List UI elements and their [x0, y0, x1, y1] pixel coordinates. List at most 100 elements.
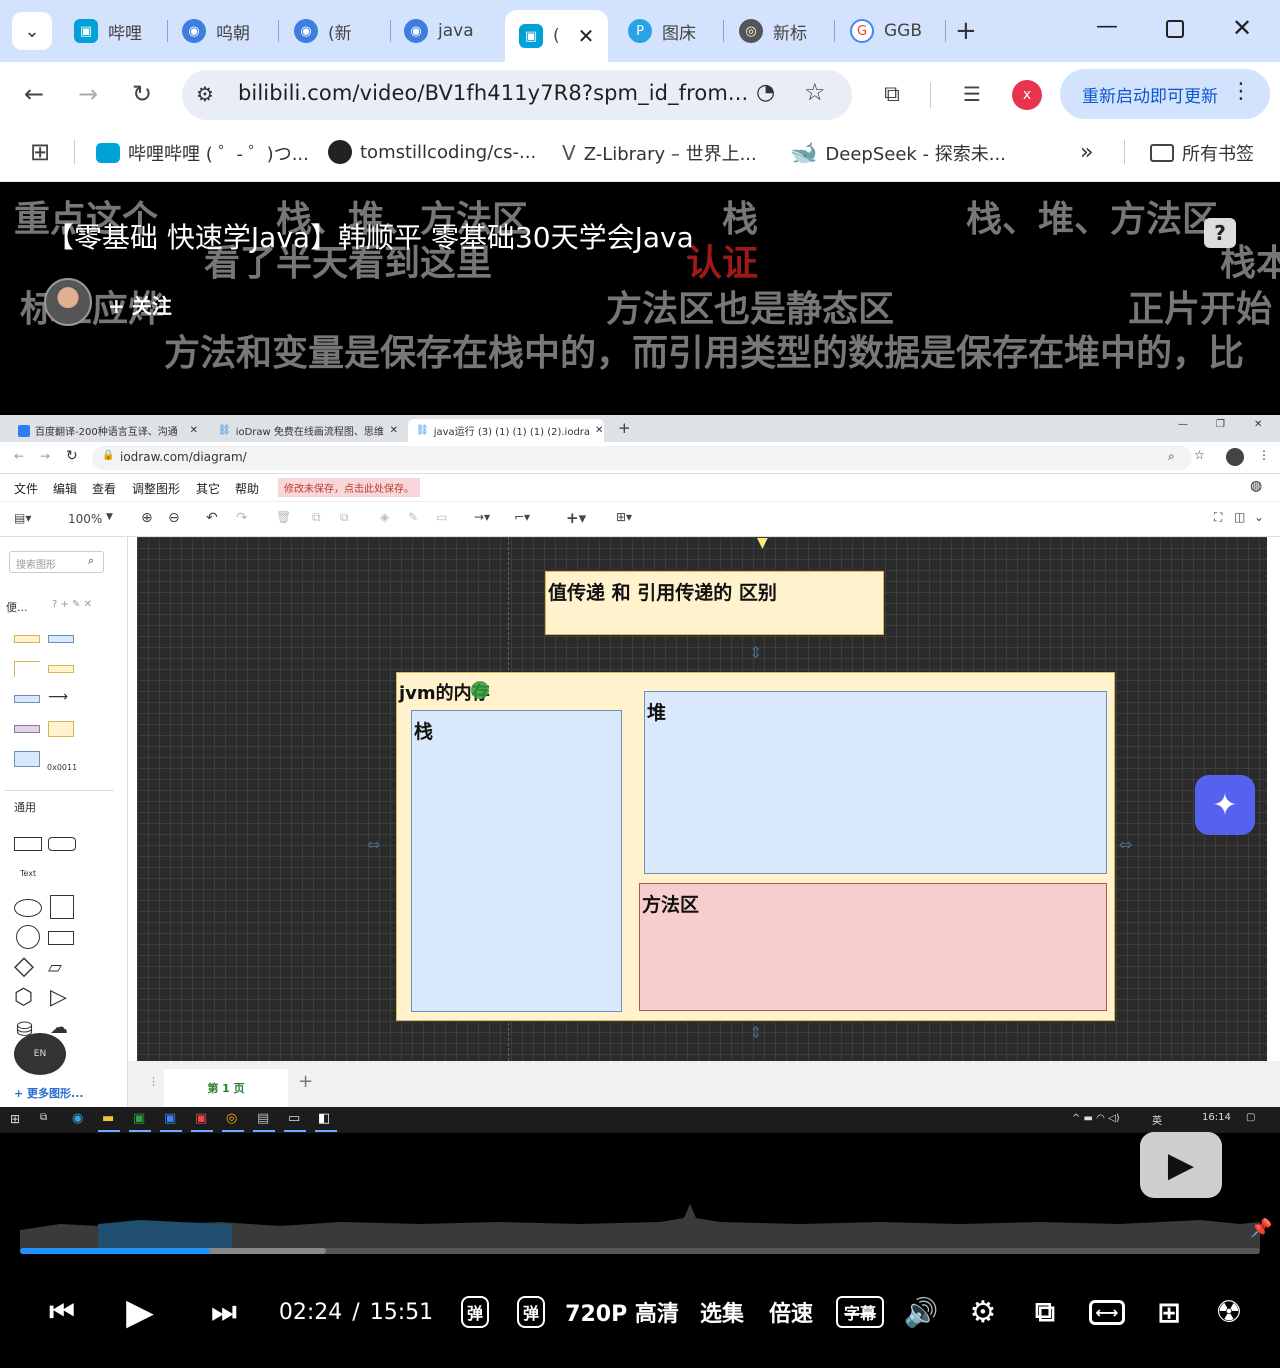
- circle-shape[interactable]: [16, 925, 40, 949]
- chrome-icon[interactable]: ◎: [226, 1111, 237, 1126]
- maximize-icon[interactable]: ❐: [1216, 419, 1225, 430]
- to-back-icon[interactable]: ⧉: [340, 510, 349, 525]
- diagram-canvas[interactable]: ▼ 值传递 和 引用传递的 区别 jvm的内存 栈 堆 方法区 ⇕ ⇕ ⇔ ⇔: [137, 535, 1267, 1069]
- clock[interactable]: 16:14: [1202, 1112, 1231, 1123]
- reload-icon[interactable]: ↻: [66, 448, 78, 464]
- close-window-button[interactable]: ✕: [1232, 14, 1252, 42]
- address-bar[interactable]: ⚙ bilibili.com/video/BV1fh411y7R8?spm_id…: [182, 70, 852, 120]
- windows-start-icon[interactable]: ⊞: [10, 1112, 20, 1126]
- browser-tab[interactable]: ◉ (新: [280, 10, 380, 52]
- url-text[interactable]: bilibili.com/video/BV1fh411y7R8?spm_id_f…: [238, 81, 748, 105]
- browser-tab[interactable]: ▣ 哔哩: [60, 10, 160, 52]
- bookmark-item[interactable]: 🐋 DeepSeek - 探索未...: [790, 140, 1006, 166]
- settings-button[interactable]: ⚙: [964, 1290, 1002, 1334]
- browser-tab[interactable]: G GGB: [836, 10, 936, 52]
- stack-box[interactable]: 栈: [411, 710, 622, 1012]
- tab-search-button[interactable]: ⌄: [12, 12, 52, 50]
- shape-thumbnail[interactable]: [14, 635, 40, 643]
- page-tab[interactable]: 第 1 页: [164, 1069, 288, 1107]
- explorer-icon[interactable]: ▬: [102, 1111, 114, 1126]
- shape-thumbnail[interactable]: [14, 661, 40, 677]
- danmaku-toggle-button[interactable]: 弹: [456, 1290, 494, 1334]
- maximize-button[interactable]: [1166, 20, 1184, 38]
- minimize-button[interactable]: —: [1096, 14, 1118, 39]
- bookmark-item[interactable]: 哔哩哔哩 ( ゜- ゜)つ...: [96, 140, 309, 166]
- line-color-icon[interactable]: ✎: [408, 510, 418, 524]
- help-icon[interactable]: ?: [1204, 218, 1236, 248]
- follow-button[interactable]: + 关注: [108, 290, 172, 319]
- browser-tab[interactable]: P 图床: [614, 10, 714, 52]
- table-icon[interactable]: ⊞▾: [616, 510, 632, 524]
- new-tab-button[interactable]: +: [955, 16, 977, 46]
- tray-icons[interactable]: ^ ▬ ◠ ◁): [1072, 1113, 1120, 1124]
- volume-button[interactable]: 🔊: [902, 1290, 940, 1334]
- zoom-in-icon[interactable]: ⊕: [141, 510, 153, 526]
- insert-icon[interactable]: +▾: [566, 509, 586, 527]
- progress-bar[interactable]: [20, 1248, 1260, 1254]
- star-icon[interactable]: ☆: [804, 78, 826, 106]
- inner-tab[interactable]: 百度翻译-200种语言互译、沟通 ✕: [10, 419, 204, 442]
- inner-url-field[interactable]: 🔒 iodraw.com/diagram/: [92, 446, 1192, 470]
- uploader-avatar[interactable]: [44, 278, 92, 326]
- diamond-shape[interactable]: ◇: [14, 953, 34, 979]
- speed-button[interactable]: 倍速: [766, 1290, 816, 1334]
- close-icon[interactable]: ✕: [390, 425, 398, 436]
- play-button[interactable]: ▶: [118, 1290, 162, 1334]
- waypoints-icon[interactable]: ⌐▾: [514, 510, 530, 524]
- to-front-icon[interactable]: ⧉: [312, 510, 321, 525]
- terminal-icon[interactable]: ▭: [288, 1111, 300, 1126]
- app-icon[interactable]: ▣: [133, 1111, 145, 1126]
- site-settings-icon[interactable]: ⚙: [196, 82, 214, 106]
- extensions-button[interactable]: ⧉: [876, 78, 908, 110]
- delete-icon[interactable]: 🗑: [276, 510, 291, 524]
- page-menu-icon[interactable]: ⋮: [148, 1075, 159, 1088]
- shape-thumbnail[interactable]: [14, 725, 40, 733]
- notification-icon[interactable]: ▢: [1246, 1112, 1255, 1123]
- shape-thumbnail[interactable]: [48, 665, 74, 673]
- edge-icon[interactable]: ◉: [72, 1111, 83, 1126]
- back-button[interactable]: ←: [18, 78, 50, 110]
- heap-box[interactable]: 堆: [644, 691, 1107, 874]
- bookmarks-overflow-button[interactable]: »: [1080, 140, 1093, 165]
- rectangle-shape[interactable]: [14, 837, 42, 851]
- fullscreen-icon[interactable]: ⛶: [1214, 510, 1222, 525]
- square-shape[interactable]: [50, 895, 74, 919]
- next-button[interactable]: ⏭: [206, 1290, 242, 1334]
- arrow-right-icon[interactable]: →: [40, 449, 50, 463]
- picture-in-picture-button[interactable]: ⧉: [1026, 1290, 1064, 1334]
- app-icon[interactable]: ▣: [195, 1111, 207, 1126]
- section-tools-icon[interactable]: ? + ✎ ✕: [52, 599, 92, 610]
- close-icon[interactable]: ✕: [1254, 419, 1262, 430]
- globe-icon[interactable]: ◍: [1250, 478, 1262, 494]
- shape-thumbnail[interactable]: [48, 635, 74, 643]
- more-shapes-link[interactable]: + 更多图形...: [14, 1085, 84, 1101]
- inner-tab-active[interactable]: ⛓ java运行 (3) (1) (1) (1) (2).iodra ✕: [408, 419, 604, 442]
- app-icon[interactable]: ◧: [318, 1111, 330, 1126]
- episodes-button[interactable]: 选集: [698, 1290, 746, 1334]
- favorites-section-header[interactable]: 便...: [6, 599, 28, 615]
- text-shape[interactable]: Text: [20, 869, 36, 878]
- forward-button[interactable]: →: [72, 78, 104, 110]
- rounded-rectangle-shape[interactable]: [48, 837, 76, 851]
- bookmark-item[interactable]: tomstillcoding/cs-...: [328, 140, 536, 164]
- unsaved-notice[interactable]: 修改未保存，点击此处保存。: [278, 478, 420, 497]
- close-icon[interactable]: ✕: [578, 24, 595, 48]
- shape-search-input[interactable]: 搜索图形 ⌕: [9, 551, 104, 573]
- app-icon[interactable]: ▣: [164, 1111, 176, 1126]
- menu-edit[interactable]: 编辑: [53, 480, 77, 497]
- browser-tab[interactable]: ◎ 新标: [725, 10, 825, 52]
- menu-extras[interactable]: 其它: [196, 480, 220, 497]
- previous-button[interactable]: ⏮: [44, 1290, 80, 1334]
- process-shape[interactable]: [48, 931, 74, 945]
- app-icon[interactable]: ▤: [257, 1111, 269, 1126]
- jvm-memory-container[interactable]: jvm的内存 栈 堆 方法区: [396, 672, 1115, 1021]
- panel-icon[interactable]: ◫: [1234, 510, 1245, 524]
- profile-avatar[interactable]: x: [1012, 80, 1042, 110]
- menu-view[interactable]: 查看: [92, 480, 116, 497]
- fill-color-icon[interactable]: ◈: [380, 510, 389, 524]
- browser-tab-active[interactable]: ▣ ( ✕: [505, 10, 608, 62]
- assistant-floating-button[interactable]: ✦: [1195, 775, 1255, 835]
- inner-tab[interactable]: ⛓ ioDraw 免费在线画流程图、思维 ✕: [210, 419, 404, 442]
- close-icon[interactable]: ✕: [595, 425, 603, 436]
- pin-icon[interactable]: 📌: [1250, 1218, 1272, 1239]
